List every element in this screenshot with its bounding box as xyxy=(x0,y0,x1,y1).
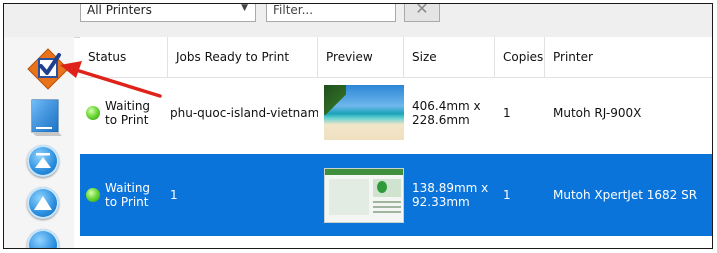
job-name-cell: 1 xyxy=(170,188,178,202)
copies-cell: 1 xyxy=(503,105,511,120)
print-queue-window: All Printers ▼ Filter... ✕ Status Jobs R… xyxy=(3,3,713,249)
move-to-top-icon xyxy=(35,153,51,168)
filter-placeholder: Filter... xyxy=(273,4,314,17)
table-row-selected[interactable]: Waiting to Print 1 138.89mm x 92.33mm 1 … xyxy=(80,154,712,236)
printer-select[interactable]: All Printers ▼ xyxy=(80,4,256,22)
size-cell: 138.89mm x 92.33mm xyxy=(404,154,495,236)
page-icon xyxy=(31,99,62,136)
copies-cell: 1 xyxy=(503,188,511,202)
column-header-preview[interactable]: Preview xyxy=(318,37,404,77)
chevron-down-icon: ▼ xyxy=(241,4,248,13)
printer-select-value: All Printers xyxy=(87,4,152,17)
page-button[interactable] xyxy=(26,95,70,139)
checklist-button[interactable] xyxy=(26,47,70,91)
size-text: 406.4mm x 228.6mm xyxy=(412,98,481,127)
size-cell: 406.4mm x 228.6mm xyxy=(404,78,495,147)
jobs-grid: Status Jobs Ready to Print Preview Size … xyxy=(80,37,712,248)
status-cell: Waiting to Print xyxy=(80,78,168,147)
size-text: 138.89mm x 92.33mm xyxy=(412,181,489,209)
column-header-size[interactable]: Size xyxy=(404,37,495,77)
table-row[interactable]: Waiting to Print phu-quoc-island-vietnam… xyxy=(80,78,712,147)
clear-filter-button[interactable]: ✕ xyxy=(404,4,440,22)
status-green-dot-icon xyxy=(86,105,100,120)
job-name-cell: phu-quoc-island-vietnam xyxy=(170,105,318,120)
preview-thumbnail-beach xyxy=(324,85,404,140)
column-header-copies[interactable]: Copies xyxy=(495,37,545,77)
preview-cell xyxy=(318,154,404,236)
filter-bar: All Printers ▼ Filter... ✕ xyxy=(4,4,712,38)
left-toolbar xyxy=(4,37,74,248)
status-text: Waiting to Print xyxy=(105,181,151,209)
checklist-icon xyxy=(27,48,69,90)
filter-input[interactable]: Filter... xyxy=(266,4,396,22)
printer-cell: Mutoh RJ-900X xyxy=(553,105,642,120)
column-header-printer[interactable]: Printer xyxy=(545,37,712,77)
printer-cell: Mutoh XpertJet 1682 SR xyxy=(553,188,698,202)
move-up-icon xyxy=(34,196,52,210)
column-header-jobs[interactable]: Jobs Ready to Print xyxy=(168,37,318,77)
move-down-button[interactable] xyxy=(27,229,59,248)
preview-thumbnail-screenshot xyxy=(324,167,404,223)
status-text: Waiting to Print xyxy=(105,98,151,127)
column-header-status[interactable]: Status xyxy=(80,37,168,77)
preview-cell xyxy=(318,78,404,147)
status-green-dot-icon xyxy=(86,188,100,202)
move-up-button[interactable] xyxy=(27,187,59,219)
grid-header: Status Jobs Ready to Print Preview Size … xyxy=(80,37,712,78)
close-icon: ✕ xyxy=(415,4,429,18)
status-cell: Waiting to Print xyxy=(80,154,168,236)
move-to-top-button[interactable] xyxy=(27,145,59,177)
